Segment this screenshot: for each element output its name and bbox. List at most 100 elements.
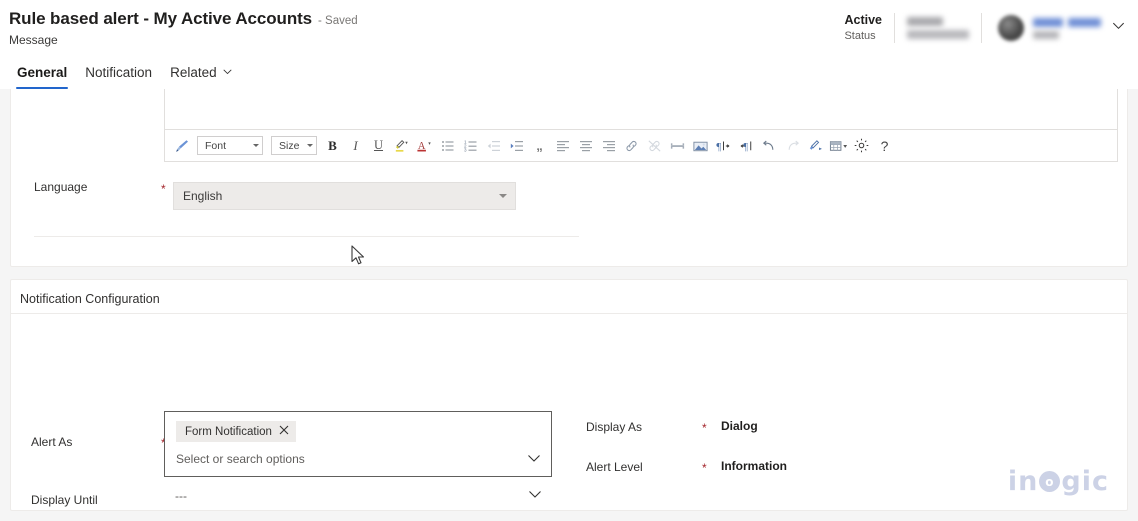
- saved-status: - Saved: [318, 15, 358, 27]
- language-label-wrap: Language: [34, 179, 87, 195]
- avatar[interactable]: [998, 15, 1024, 41]
- status-value: Active: [844, 13, 882, 27]
- language-required-asterisk: *: [161, 182, 166, 196]
- bulleted-list-icon[interactable]: [437, 135, 458, 156]
- tab-general-label: General: [17, 65, 68, 80]
- left-to-right-icon[interactable]: ¶: [713, 135, 734, 156]
- chevron-down-icon: [499, 194, 507, 198]
- alert-level-label: Alert Level: [586, 460, 643, 474]
- language-label: Language: [34, 180, 88, 194]
- page-title: Rule based alert - My Active Accounts: [9, 9, 313, 28]
- notification-section-title: Notification Configuration: [20, 292, 160, 306]
- close-icon[interactable]: [279, 425, 289, 438]
- tab-related[interactable]: Related: [161, 56, 242, 89]
- section-header-rule: [11, 313, 1127, 314]
- redo-icon[interactable]: [782, 135, 803, 156]
- alert-as-chip-label: Form Notification: [185, 425, 272, 438]
- align-left-icon[interactable]: [552, 135, 573, 156]
- tab-notification-label: Notification: [85, 65, 153, 80]
- tab-bar: General Notification Related: [0, 56, 1138, 89]
- tab-general[interactable]: General: [8, 56, 76, 89]
- chevron-down-icon[interactable]: [526, 450, 542, 471]
- blockquote-icon[interactable]: „: [529, 135, 550, 156]
- redacted-label: [907, 30, 969, 39]
- header-divider-1: [894, 13, 895, 43]
- chevron-down-icon: [222, 65, 233, 80]
- numbered-list-icon[interactable]: 123: [460, 135, 481, 156]
- chevron-down-icon[interactable]: [1111, 18, 1126, 38]
- insert-image-icon[interactable]: [690, 135, 711, 156]
- chevron-down-icon[interactable]: [527, 486, 552, 507]
- entity-name: Message: [9, 33, 58, 47]
- app-root: Rule based alert - My Active Accounts - …: [0, 0, 1138, 521]
- title-row: Rule based alert - My Active Accounts - …: [9, 8, 358, 30]
- font-color-icon[interactable]: A: [414, 135, 435, 156]
- record-header: Rule based alert - My Active Accounts - …: [0, 0, 1138, 56]
- horizontal-rule-icon[interactable]: [667, 135, 688, 156]
- increase-indent-icon[interactable]: [506, 135, 527, 156]
- font-size-select[interactable]: Size: [271, 136, 317, 155]
- display-as-required-asterisk: *: [702, 421, 707, 435]
- header-right: Active Status: [844, 8, 1130, 48]
- chevron-down-icon: [307, 144, 313, 147]
- svg-text:¶: ¶: [743, 141, 748, 152]
- alert-as-label: Alert As: [31, 435, 73, 449]
- decrease-indent-icon[interactable]: [483, 135, 504, 156]
- redacted-owner-role: [1033, 30, 1059, 39]
- language-value: English: [183, 189, 223, 203]
- status-label: Status: [844, 30, 876, 42]
- alert-level-required-asterisk: *: [702, 461, 707, 475]
- watermark-post: gic: [1061, 466, 1109, 497]
- highlight-color-icon[interactable]: [391, 135, 412, 156]
- editor-settings-icon[interactable]: [851, 135, 872, 156]
- clear-formatting-icon[interactable]: [805, 135, 826, 156]
- redacted-value: [907, 17, 943, 26]
- insert-link-icon[interactable]: [621, 135, 642, 156]
- underline-icon[interactable]: U: [368, 135, 389, 156]
- svg-text:¶: ¶: [716, 141, 721, 152]
- undo-icon[interactable]: [759, 135, 780, 156]
- notification-configuration-card: Notification Configuration Alert As * Fo…: [10, 279, 1128, 511]
- redacted-owner-last: [1068, 17, 1101, 27]
- display-as-label: Display As: [586, 420, 643, 434]
- svg-text:3: 3: [464, 147, 467, 152]
- display-until-field[interactable]: ---: [164, 483, 552, 509]
- chevron-down-icon: [253, 144, 259, 147]
- align-right-icon[interactable]: [598, 135, 619, 156]
- rich-text-toolbar: Font Size B I U A 1 2 3 „ ¶ ¶ ?: [165, 129, 1117, 161]
- bold-icon[interactable]: B: [322, 135, 343, 156]
- align-center-icon[interactable]: [575, 135, 596, 156]
- font-size-label: Size: [279, 139, 300, 152]
- right-to-left-icon[interactable]: ¶: [736, 135, 757, 156]
- redacted-field-2: [1033, 17, 1101, 39]
- alert-as-placeholder: Select or search options: [176, 452, 305, 466]
- redacted-field-1: [907, 17, 969, 39]
- tab-notification[interactable]: Notification: [76, 56, 161, 89]
- display-until-value: ---: [175, 489, 187, 503]
- rich-text-body[interactable]: [165, 89, 1117, 129]
- help-icon[interactable]: ?: [874, 135, 895, 156]
- general-section-card: Font Size B I U A 1 2 3 „ ¶ ¶ ? Language…: [10, 89, 1128, 267]
- header-left: Rule based alert - My Active Accounts - …: [9, 8, 358, 48]
- inogic-watermark: in o gic: [1008, 466, 1109, 497]
- rich-text-editor[interactable]: Font Size B I U A 1 2 3 „ ¶ ¶ ?: [164, 89, 1118, 162]
- section-divider: [34, 236, 579, 237]
- font-family-select[interactable]: Font: [197, 136, 263, 155]
- redacted-owner-first: [1033, 17, 1063, 27]
- font-family-label: Font: [205, 139, 227, 152]
- alert-as-chip[interactable]: Form Notification: [176, 421, 296, 442]
- insert-table-icon[interactable]: [828, 135, 849, 156]
- alert-as-multiselect[interactable]: Form Notification Select or search optio…: [164, 411, 552, 477]
- header-divider-2: [981, 13, 982, 43]
- alert-level-value[interactable]: Information: [721, 459, 787, 473]
- format-painter-icon[interactable]: [171, 135, 192, 156]
- display-as-value[interactable]: Dialog: [721, 419, 758, 433]
- language-select[interactable]: English: [173, 182, 516, 210]
- form-scroll-area[interactable]: Font Size B I U A 1 2 3 „ ¶ ¶ ? Language…: [0, 89, 1138, 521]
- italic-icon[interactable]: I: [345, 135, 366, 156]
- watermark-o: o: [1039, 471, 1061, 492]
- remove-link-icon[interactable]: [644, 135, 665, 156]
- status-block[interactable]: Active Status: [844, 12, 894, 44]
- tab-related-label: Related: [170, 65, 217, 80]
- watermark-pre: in: [1007, 466, 1039, 497]
